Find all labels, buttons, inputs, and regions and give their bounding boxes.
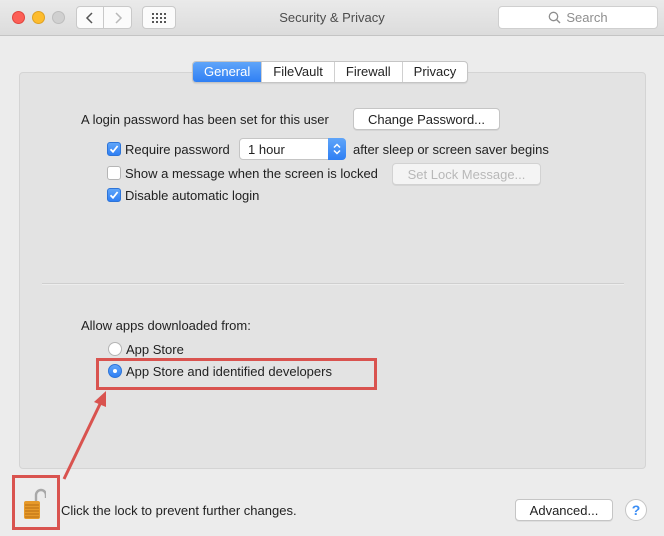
unlocked-padlock-icon[interactable] xyxy=(22,487,46,521)
help-button[interactable]: ? xyxy=(625,499,647,521)
tab-privacy[interactable]: Privacy xyxy=(401,62,468,82)
tab-bar: General FileVault Firewall Privacy xyxy=(192,61,469,83)
tab-filevault[interactable]: FileVault xyxy=(261,62,334,82)
tab-firewall[interactable]: Firewall xyxy=(333,62,402,82)
tab-general[interactable]: General xyxy=(193,62,262,82)
advanced-button[interactable]: Advanced... xyxy=(515,499,613,521)
lock-status-text: Click the lock to prevent further change… xyxy=(61,503,297,518)
